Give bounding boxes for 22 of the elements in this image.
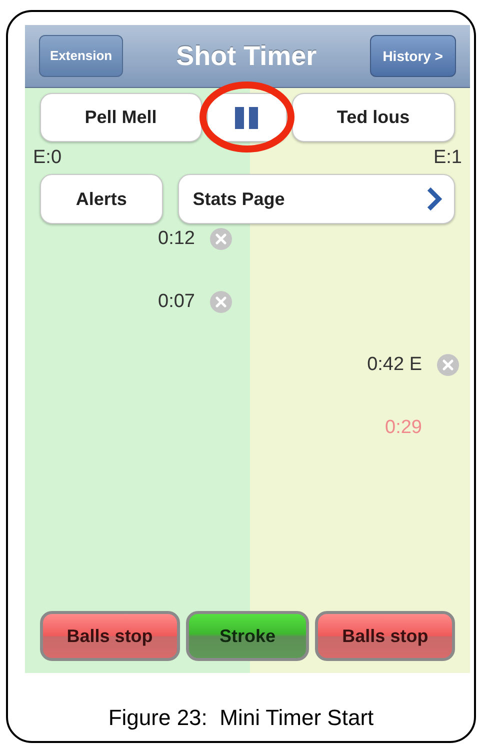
delete-icon[interactable] <box>437 354 459 376</box>
figure-caption: Figure 23: Mini Timer Start <box>108 704 374 732</box>
pause-icon <box>234 106 259 128</box>
screen-title: Shot Timer <box>176 40 317 73</box>
extension-count: E:1 <box>433 146 462 170</box>
shot-time: 0:29 <box>385 416 422 440</box>
shot-time: 0:07 <box>158 290 195 314</box>
shot-time: 0:12 <box>158 227 195 251</box>
history-button[interactable]: History > <box>370 35 456 77</box>
chevron-icon <box>426 187 442 211</box>
extension-button[interactable]: Extension <box>39 35 124 77</box>
delete-icon[interactable] <box>210 228 232 250</box>
extension-count: E:0 <box>33 146 62 170</box>
shot-time: 0:42 E <box>367 353 422 377</box>
balls-stop-button[interactable]: Balls stop <box>315 611 455 661</box>
stats-page-button[interactable]: Stats Page <box>178 174 455 224</box>
player-button[interactable]: Pell Mell <box>40 93 202 142</box>
stroke-button[interactable]: Stroke <box>186 611 310 661</box>
delete-icon[interactable] <box>210 291 232 314</box>
player-button[interactable]: Ted lous <box>292 93 455 142</box>
balls-stop-button[interactable]: Balls stop <box>40 611 180 661</box>
alerts-button[interactable]: Alerts <box>40 174 163 224</box>
